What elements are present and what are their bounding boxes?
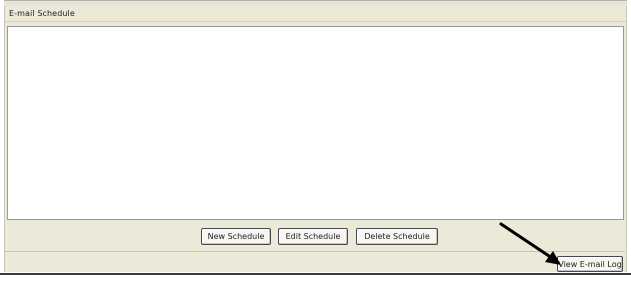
arrow-icon bbox=[499, 222, 561, 265]
edit-schedule-button[interactable]: Edit Schedule bbox=[278, 228, 348, 245]
group-divider bbox=[5, 21, 626, 22]
arrow-head bbox=[545, 251, 561, 265]
email-schedule-window: E-mail Schedule New Schedule Edit Schedu… bbox=[0, 0, 631, 281]
group-title: E-mail Schedule bbox=[9, 9, 75, 18]
new-schedule-button[interactable]: New Schedule bbox=[201, 228, 271, 245]
bottom-border bbox=[0, 273, 631, 275]
schedule-list[interactable] bbox=[7, 26, 624, 220]
delete-schedule-button[interactable]: Delete Schedule bbox=[356, 228, 438, 245]
arrow-shaft bbox=[499, 222, 557, 262]
